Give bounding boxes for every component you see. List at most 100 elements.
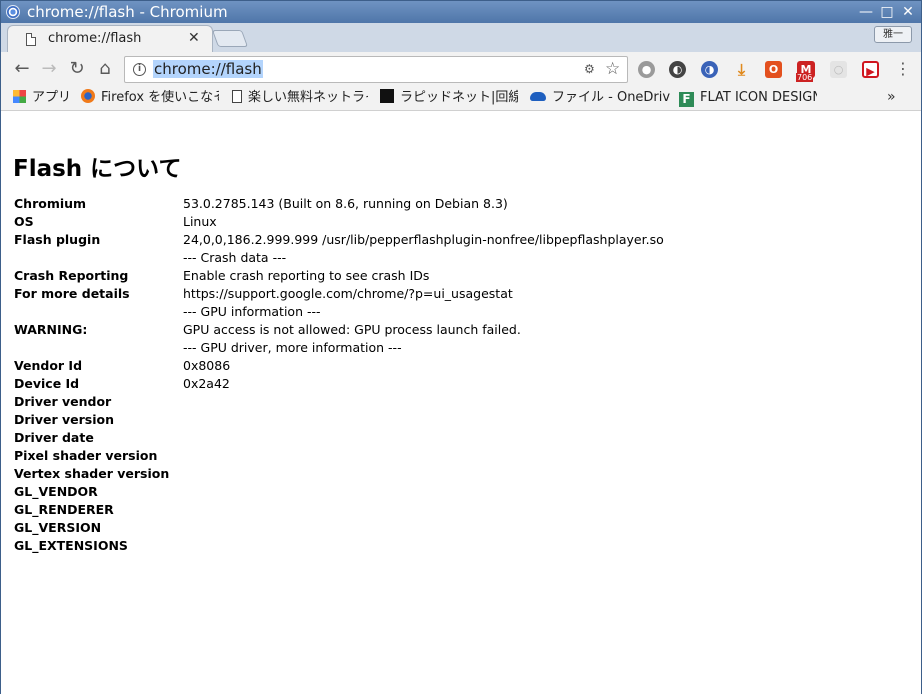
- window-title: chrome://flash - Chromium: [27, 3, 228, 21]
- info-key: Driver date: [14, 430, 94, 445]
- bookmark-label: Firefox を使いこなそ: [101, 90, 219, 105]
- info-row: --- Crash data ---: [14, 249, 894, 267]
- info-row: Pixel shader version: [14, 447, 894, 465]
- info-row: GL_RENDERER: [14, 501, 894, 519]
- download-icon[interactable]: ⤓: [733, 61, 750, 78]
- info-key: WARNING:: [14, 322, 88, 337]
- info-key: Driver version: [14, 412, 114, 427]
- page-icon: [26, 33, 36, 46]
- info-key: OS: [14, 214, 34, 229]
- info-row: Chromium 53.0.2785.143 (Built on 8.6, run…: [14, 195, 894, 213]
- info-key: Crash Reporting: [14, 268, 129, 283]
- forward-arrow-icon[interactable]: →: [38, 58, 60, 80]
- flat-icon-design-icon: F: [679, 92, 694, 107]
- info-key: Flash plugin: [14, 232, 101, 247]
- info-row: Device Id 0x2a42: [14, 375, 894, 393]
- chromium-app-icon: [6, 5, 20, 19]
- extension-globe-blue-icon[interactable]: ◑: [701, 61, 718, 78]
- info-value: 0x8086: [183, 358, 231, 373]
- info-row: GL_VERSION: [14, 519, 894, 537]
- info-key: Chromium: [14, 196, 87, 211]
- info-key: Vertex shader version: [14, 466, 170, 481]
- info-value: --- Crash data ---: [183, 250, 287, 265]
- info-row: WARNING: GPU access is not allowed: GPU p…: [14, 321, 894, 339]
- info-key: Pixel shader version: [14, 448, 158, 463]
- reload-icon[interactable]: ↻: [66, 58, 88, 80]
- info-row: Driver date: [14, 429, 894, 447]
- title-bar[interactable]: chrome://flash - Chromium — □ ✕: [1, 1, 921, 23]
- firefox-icon: [81, 89, 95, 103]
- info-row: Driver vendor: [14, 393, 894, 411]
- info-key: Vendor Id: [14, 358, 83, 373]
- info-key: For more details: [14, 286, 130, 301]
- bookmark-label: アプリ: [32, 90, 72, 105]
- info-key: Driver vendor: [14, 394, 112, 409]
- info-value: GPU access is not allowed: GPU process l…: [183, 322, 521, 337]
- extension-disabled-icon[interactable]: ○: [830, 61, 847, 78]
- info-row: Vertex shader version: [14, 465, 894, 483]
- info-value: --- GPU driver, more information ---: [183, 340, 402, 355]
- page-title: Flash について: [13, 156, 182, 182]
- gmail-badge: 706: [796, 73, 814, 82]
- info-value: 0x2a42: [183, 376, 230, 391]
- minimize-icon[interactable]: —: [857, 3, 875, 21]
- plugin-blocked-icon[interactable]: ⚙: [584, 62, 598, 76]
- bookmark-onedrive[interactable]: ファイル - OneDrive: [530, 89, 670, 107]
- info-row: GL_EXTENSIONS: [14, 537, 894, 555]
- bookmark-apps[interactable]: アプリ: [13, 89, 73, 107]
- bookmark-label: 楽しい無料ネットライ: [248, 90, 368, 105]
- bookmark-label: FLAT ICON DESIGN: [700, 90, 817, 105]
- info-row: GL_VENDOR: [14, 483, 894, 501]
- extension-gray-icon[interactable]: ●: [638, 61, 655, 78]
- home-icon[interactable]: ⌂: [94, 58, 116, 80]
- info-row: Crash Reporting Enable crash reporting to…: [14, 267, 894, 285]
- info-table: Chromium 53.0.2785.143 (Built on 8.6, run…: [14, 195, 894, 555]
- office-icon[interactable]: O: [765, 61, 782, 78]
- info-row: Driver version: [14, 411, 894, 429]
- tab-chrome-flash[interactable]: chrome://flash ✕: [7, 25, 213, 52]
- info-row: For more details https://support.google.c…: [14, 285, 894, 303]
- info-icon[interactable]: i: [133, 63, 146, 76]
- info-row: Vendor Id 0x8086: [14, 357, 894, 375]
- bookmarks-overflow-chevron-icon[interactable]: »: [887, 89, 896, 105]
- close-window-icon[interactable]: ✕: [899, 3, 917, 21]
- menu-icon[interactable]: ⋮: [895, 60, 911, 78]
- back-arrow-icon[interactable]: ←: [11, 58, 33, 80]
- address-bar[interactable]: i chrome://flash ⚙ ☆: [124, 56, 628, 83]
- info-row: --- GPU information ---: [14, 303, 894, 321]
- extension-globe-dark-icon[interactable]: ◐: [669, 61, 686, 78]
- bookmark-rapidnet[interactable]: ラピッドネット|回線速: [380, 89, 518, 107]
- bookmarks-bar: アプリ Firefox を使いこなそ 楽しい無料ネットライ ラピッドネット|回線…: [1, 86, 921, 111]
- info-key: GL_VERSION: [14, 520, 102, 535]
- url-text[interactable]: chrome://flash: [153, 60, 263, 78]
- bookmark-label: ラピッドネット|回線速: [400, 90, 518, 105]
- info-value: https://support.google.com/chrome/?p=ui_…: [183, 286, 513, 301]
- info-value: 53.0.2785.143 (Built on 8.6, running on …: [183, 196, 508, 211]
- info-value: --- GPU information ---: [183, 304, 321, 319]
- bookmark-firefox[interactable]: Firefox を使いこなそ: [81, 89, 219, 107]
- bookmark-flat-icon-design[interactable]: F FLAT ICON DESIGN: [679, 89, 817, 107]
- bookmark-free-net[interactable]: 楽しい無料ネットライ: [232, 89, 368, 107]
- bookmark-label: ファイル - OneDrive: [552, 90, 670, 105]
- maximize-icon[interactable]: □: [878, 3, 896, 21]
- extension-red-play-icon[interactable]: ▶: [862, 61, 879, 78]
- tab-close-icon[interactable]: ✕: [188, 30, 200, 46]
- profile-button[interactable]: 雅一: [874, 26, 912, 43]
- tab-title: chrome://flash: [48, 31, 142, 46]
- info-value: 24,0,0,186.2.999.999 /usr/lib/pepperflas…: [183, 232, 664, 247]
- info-value: Enable crash reporting to see crash IDs: [183, 268, 430, 283]
- info-row: OS Linux: [14, 213, 894, 231]
- info-row: --- GPU driver, more information ---: [14, 339, 894, 357]
- page-content: Flash について Chromium 53.0.2785.143 (Built …: [1, 112, 921, 694]
- tab-strip: chrome://flash ✕ 雅一: [1, 23, 921, 52]
- info-key: GL_VENDOR: [14, 484, 98, 499]
- rapidnet-icon: [380, 89, 394, 103]
- new-tab-button[interactable]: [211, 30, 249, 47]
- info-value: Linux: [183, 214, 217, 229]
- info-row: Flash plugin 24,0,0,186.2.999.999 /usr/li…: [14, 231, 894, 249]
- info-key: Device Id: [14, 376, 80, 391]
- page-icon: [232, 90, 242, 103]
- bookmark-star-icon[interactable]: ☆: [605, 59, 620, 79]
- info-key: GL_EXTENSIONS: [14, 538, 128, 553]
- toolbar: ← → ↻ ⌂ i chrome://flash ⚙ ☆ ● ◐ ◑ ⤓ O M…: [1, 52, 921, 86]
